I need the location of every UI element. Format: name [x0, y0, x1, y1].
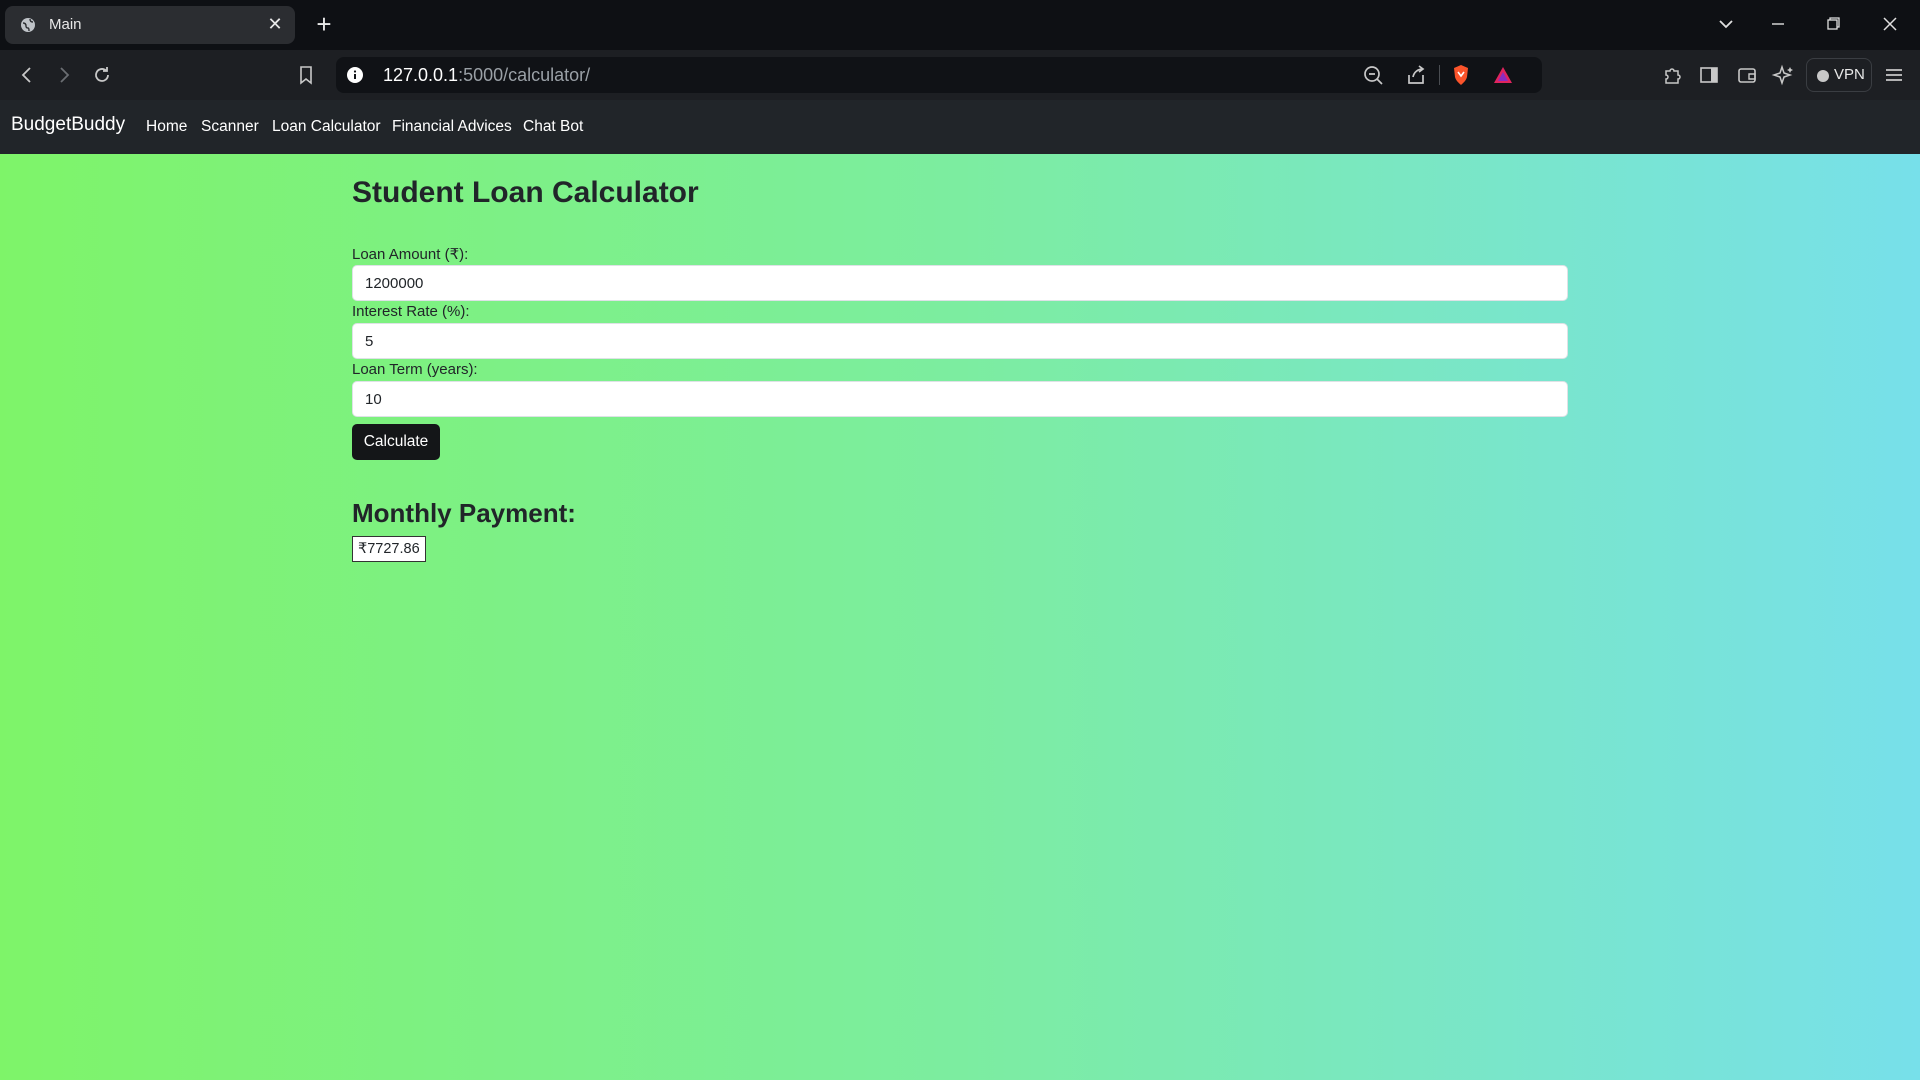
brave-shield-icon[interactable] — [1448, 63, 1474, 87]
loan-amount-label: Loan Amount (₹): — [352, 246, 469, 263]
monthly-payment-value: ₹7727.86 — [352, 536, 426, 562]
back-icon[interactable] — [13, 62, 41, 88]
share-icon[interactable] — [1403, 63, 1429, 87]
nav-link-loan-calculator[interactable]: Loan Calculator — [272, 118, 381, 136]
address-bar[interactable]: 127.0.0.1:5000/calculator/ — [336, 57, 1542, 93]
tab-title: Main — [49, 16, 82, 33]
calculate-button[interactable]: Calculate — [352, 424, 440, 460]
leo-ai-icon[interactable] — [1770, 62, 1798, 88]
brand-link[interactable]: BudgetBuddy — [11, 114, 125, 136]
nav-link-financial-advices[interactable]: Financial Advices — [392, 118, 512, 136]
close-icon[interactable]: ✕ — [265, 14, 285, 34]
minimize-icon[interactable] — [1764, 12, 1792, 36]
site-navbar: BudgetBuddy Home Scanner Loan Calculator… — [0, 100, 1920, 154]
interest-rate-label: Interest Rate (%): — [352, 303, 470, 320]
bookmark-icon[interactable] — [292, 62, 320, 88]
restore-icon[interactable] — [1819, 12, 1847, 36]
interest-rate-input[interactable] — [352, 323, 1568, 359]
sidebar-icon[interactable] — [1695, 62, 1723, 88]
browser-tab-strip: Main ✕ + — [0, 0, 1920, 50]
loan-term-label: Loan Term (years): — [352, 361, 478, 378]
result-heading: Monthly Payment: — [352, 498, 576, 528]
vpn-status-icon — [1817, 70, 1829, 82]
vpn-button[interactable]: VPN — [1806, 58, 1872, 92]
menu-icon[interactable] — [1880, 62, 1908, 88]
browser-tab[interactable]: Main ✕ — [5, 6, 295, 44]
page-title: Student Loan Calculator — [352, 176, 699, 209]
plus-icon[interactable]: + — [313, 11, 335, 37]
reload-icon[interactable] — [88, 62, 116, 88]
globe-icon — [20, 17, 36, 33]
url-separator — [1439, 65, 1440, 85]
forward-icon[interactable] — [50, 62, 78, 88]
nav-link-home[interactable]: Home — [146, 118, 187, 136]
loan-term-input[interactable] — [352, 381, 1568, 417]
loan-amount-input[interactable] — [352, 265, 1568, 301]
chevron-down-icon[interactable] — [1712, 12, 1740, 36]
brave-rewards-icon[interactable] — [1490, 63, 1516, 87]
nav-link-scanner[interactable]: Scanner — [201, 118, 259, 136]
extensions-icon[interactable] — [1658, 62, 1686, 88]
wallet-icon[interactable] — [1733, 62, 1761, 88]
browser-toolbar: 127.0.0.1:5000/calculator/ VPN — [0, 50, 1920, 100]
page-viewport: BudgetBuddy Home Scanner Loan Calculator… — [0, 100, 1920, 1080]
info-icon[interactable] — [346, 66, 364, 84]
window-close-icon[interactable] — [1876, 12, 1904, 36]
url-text[interactable]: 127.0.0.1:5000/calculator/ — [383, 65, 590, 86]
zoom-icon[interactable] — [1361, 63, 1387, 87]
nav-link-chat-bot[interactable]: Chat Bot — [523, 118, 583, 136]
